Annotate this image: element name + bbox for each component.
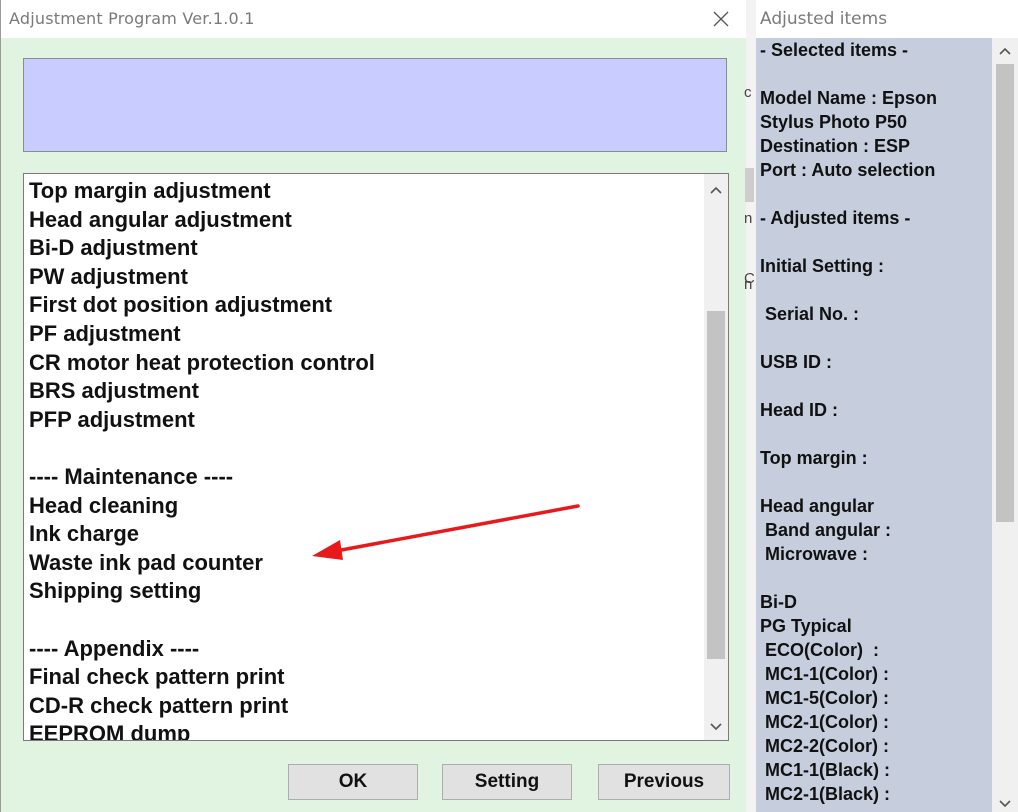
list-item[interactable]: PF adjustment	[29, 320, 375, 349]
adjusted-item-line: - Selected items -	[760, 40, 909, 60]
adjusted-item-line: Top margin :	[760, 448, 868, 468]
adjusted-item-spacer	[760, 374, 937, 398]
adjusted-item-spacer	[760, 422, 937, 446]
adjusted-item-line: MC2-1(Color) :	[760, 712, 889, 732]
list-item[interactable]: Waste ink pad counter	[29, 549, 375, 578]
chevron-up-icon	[999, 47, 1011, 55]
scroll-down-button[interactable]	[992, 796, 1018, 812]
dialog-title-bar: Adjustment Program Ver.1.0.1	[1, 0, 747, 38]
adjusted-item-line: MC1-1(Color) :	[760, 664, 889, 684]
adjusted-item-spacer	[760, 278, 937, 302]
adjusted-item-spacer	[760, 566, 937, 590]
adjusted-item-line: USB ID :	[760, 352, 832, 372]
close-icon	[713, 11, 729, 27]
close-button[interactable]	[701, 4, 741, 34]
list-item[interactable]: Top margin adjustment	[29, 177, 375, 206]
background-text-fragment: n	[744, 210, 753, 227]
adjusted-item-line: Stylus Photo P50	[760, 112, 908, 132]
list-item[interactable]: Bi-D adjustment	[29, 234, 375, 263]
adjusted-item-line: MC2-1(Black) :	[760, 784, 891, 804]
scrollbar-thumb[interactable]	[996, 64, 1014, 522]
list-item[interactable]: BRS adjustment	[29, 377, 375, 406]
list-item[interactable]: Ink charge	[29, 520, 375, 549]
previous-button[interactable]: Previous	[598, 764, 730, 800]
scroll-up-button[interactable]	[704, 177, 728, 203]
list-item[interactable]: ---- Maintenance ----	[29, 463, 375, 492]
adjusted-item-line: MC1-5(Color) :	[760, 688, 889, 708]
adjusted-items-scrollbar[interactable]	[992, 38, 1018, 812]
adjusted-item-line: Port : Auto selection	[760, 160, 936, 180]
chevron-down-icon	[999, 800, 1011, 808]
adjusted-items-lines: - Selected items - Model Name : Epson Styl…	[760, 38, 937, 806]
list-item[interactable]: PFP adjustment	[29, 406, 375, 435]
chevron-down-icon	[710, 723, 722, 731]
adjustment-program-dialog: Adjustment Program Ver.1.0.1 Top margin …	[0, 0, 747, 812]
background-text-fragment: n	[744, 276, 753, 293]
scroll-up-button[interactable]	[992, 38, 1018, 64]
list-spacer	[29, 434, 375, 463]
adjusted-item-spacer	[760, 182, 937, 206]
adjusted-item-line: Microwave :	[760, 544, 869, 564]
adjusted-item-spacer	[760, 470, 937, 494]
background-scrollbar-fragment	[745, 168, 754, 202]
adjusted-items-content: - Selected items - Model Name : Epson Styl…	[756, 38, 992, 812]
adjusted-item-line: Serial No. :	[760, 304, 860, 324]
adjusted-item-line: - Adjusted items -	[760, 208, 911, 228]
adjusted-item-spacer	[760, 326, 937, 350]
list-item[interactable]: Head angular adjustment	[29, 206, 375, 235]
adjusted-item-line: Head ID :	[760, 400, 839, 420]
ok-button[interactable]: OK	[288, 764, 418, 800]
background-text-fragment: c	[744, 84, 752, 101]
status-info-box	[23, 58, 727, 152]
adjusted-item-spacer	[760, 230, 937, 254]
adjusted-item-line: Bi-D	[760, 592, 797, 612]
list-item[interactable]: PW adjustment	[29, 263, 375, 292]
dialog-title: Adjustment Program Ver.1.0.1	[9, 9, 255, 28]
adjusted-item-line: Head angular	[760, 496, 875, 516]
list-item[interactable]: CR motor heat protection control	[29, 349, 375, 378]
adjusted-item-line: MC1-1(Black) :	[760, 760, 891, 780]
adjusted-item-line: Band angular :	[760, 520, 892, 540]
list-item[interactable]: Head cleaning	[29, 492, 375, 521]
chevron-up-icon	[710, 186, 722, 194]
adjusted-item-line: MC2-2(Color) :	[760, 736, 889, 756]
list-item[interactable]: CD-R check pattern print	[29, 692, 375, 721]
adjusted-item-line: Initial Setting :	[760, 256, 884, 276]
adjusted-items-title: Adjusted items	[760, 9, 888, 29]
setting-button[interactable]: Setting	[442, 764, 572, 800]
background-window-strip	[746, 0, 756, 812]
adjusted-item-line: PG Typical	[760, 616, 852, 636]
adjusted-item-spacer	[760, 62, 937, 86]
adjusted-item-line: Destination : ESP	[760, 136, 911, 156]
adjusted-item-line: Model Name : Epson	[760, 88, 938, 108]
list-spacer	[29, 606, 375, 635]
list-item[interactable]: EEPROM dump	[29, 720, 375, 740]
scrollbar-thumb[interactable]	[707, 311, 725, 659]
list-item[interactable]: Final check pattern print	[29, 663, 375, 692]
adjustment-list-items: Top margin adjustment Head angular adjust…	[29, 177, 375, 740]
list-item[interactable]: First dot position adjustment	[29, 291, 375, 320]
list-item[interactable]: Shipping setting	[29, 577, 375, 606]
adjustment-list-scrollbar[interactable]	[704, 174, 728, 740]
adjusted-item-line: ECO(Color) :	[760, 640, 879, 660]
list-item[interactable]: ---- Appendix ----	[29, 635, 375, 664]
scroll-down-button[interactable]	[704, 714, 728, 740]
adjustment-list[interactable]: Top margin adjustment Head angular adjust…	[23, 173, 729, 741]
